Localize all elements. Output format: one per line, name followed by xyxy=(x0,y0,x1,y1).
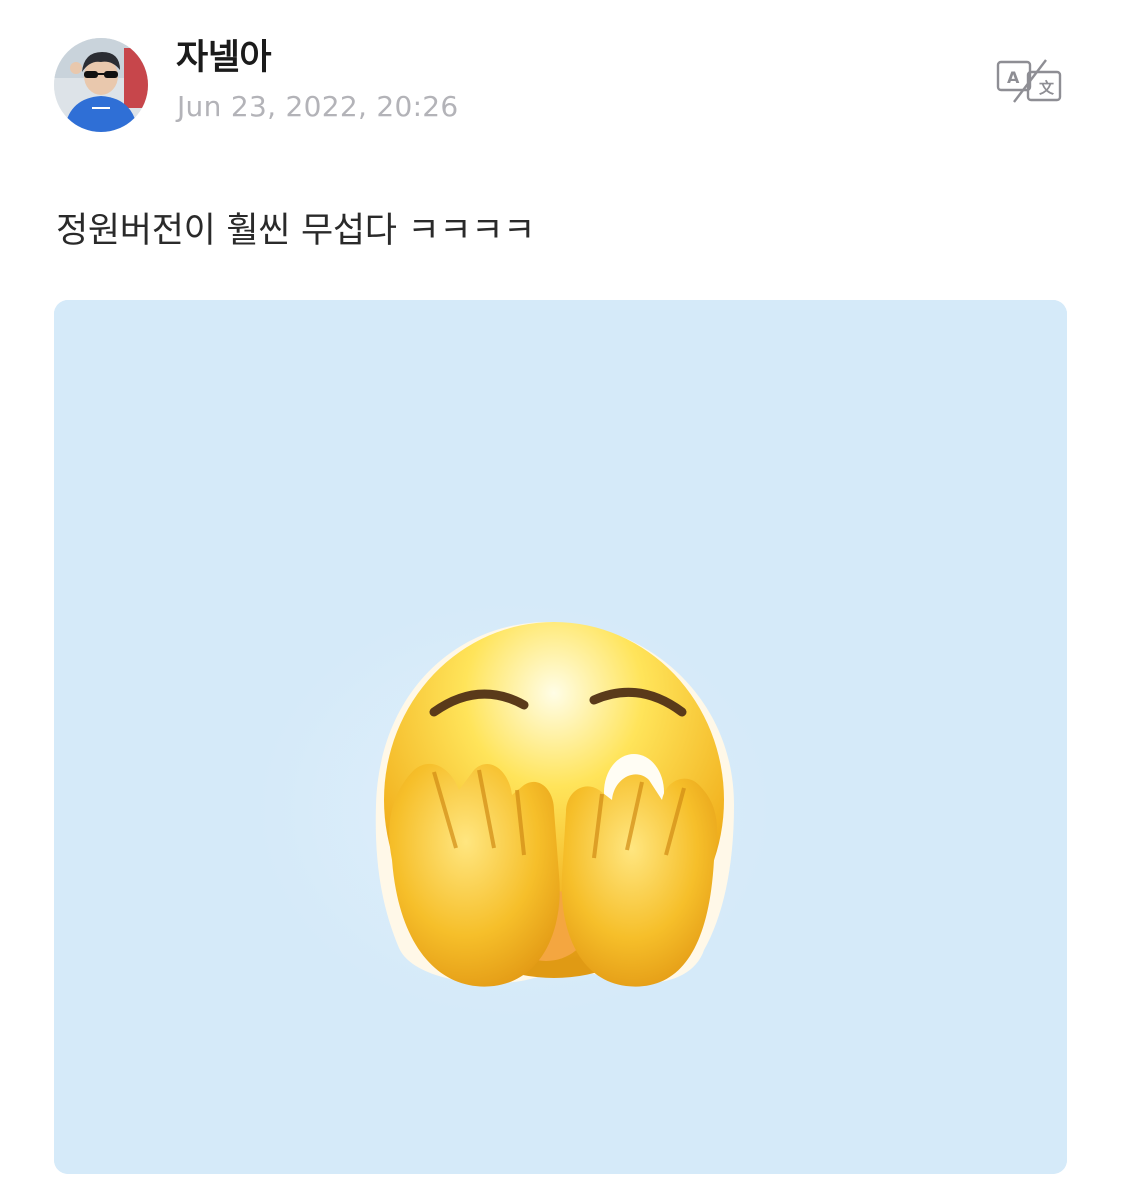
post-text: 정원버전이 훨씬 무섭다 ㅋㅋㅋㅋ xyxy=(56,211,536,251)
media-image[interactable] xyxy=(54,300,1067,1174)
svg-text:A: A xyxy=(1007,68,1020,87)
face-with-hands-over-eyes-emoji-icon xyxy=(54,300,1067,1174)
author-name[interactable]: 자넬아 xyxy=(176,34,272,82)
profile-photo-icon xyxy=(54,38,148,132)
svg-text:文: 文 xyxy=(1039,79,1055,97)
translate-button[interactable]: A 文 xyxy=(994,56,1064,106)
avatar[interactable] xyxy=(54,38,148,132)
post-card: 자넬아 Jun 23, 2022, 20:26 A 文 정원버전이 훨씬 무섭다… xyxy=(0,0,1121,1200)
post-timestamp: Jun 23, 2022, 20:26 xyxy=(177,90,459,123)
translate-icon: A 文 xyxy=(996,59,1062,103)
